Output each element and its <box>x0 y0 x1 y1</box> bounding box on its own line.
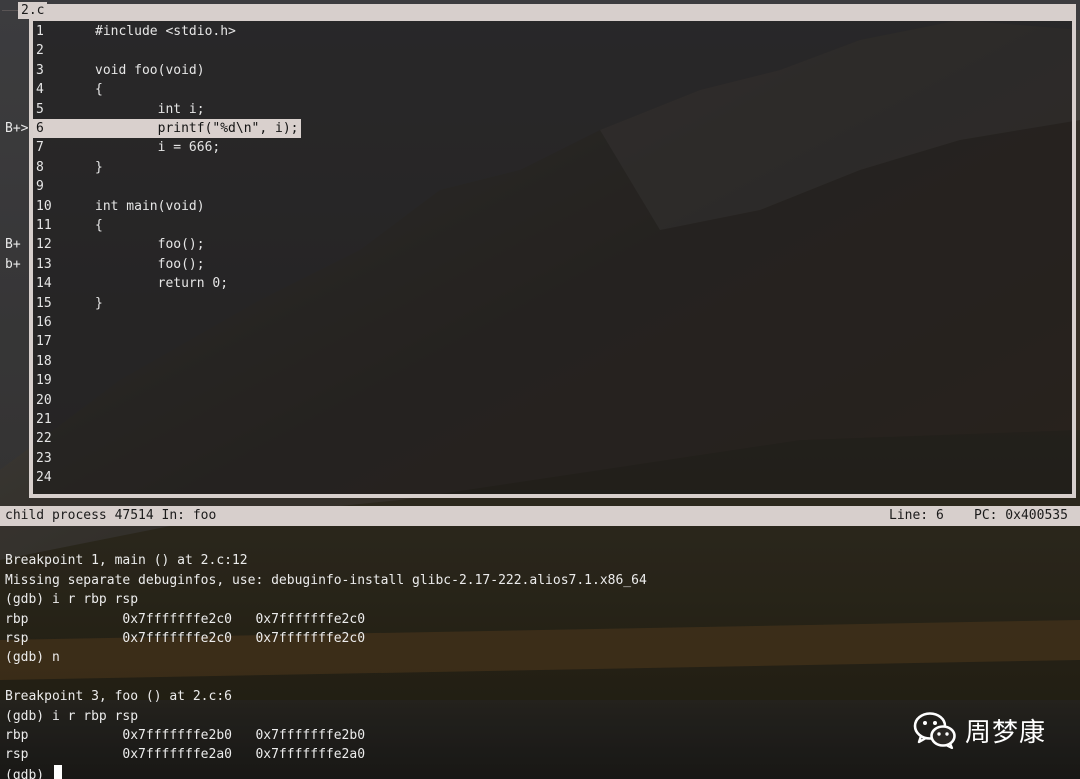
line-number: 4 <box>36 82 44 98</box>
console-line: (gdb) i r rbp rsp <box>5 708 139 724</box>
source-code-text: int main(void) <box>95 198 205 214</box>
line-number: 23 <box>36 450 52 466</box>
line-number: 18 <box>36 353 52 369</box>
source-code-text: } <box>95 295 103 311</box>
status-pc: PC: 0x400535 <box>974 508 1068 523</box>
line-number: 13 <box>36 256 52 272</box>
source-window-title: 2.c <box>1 2 48 19</box>
source-line-1[interactable]: 1 #include <stdio.h> <box>33 22 236 41</box>
line-number: 15 <box>36 295 52 311</box>
source-line-21[interactable]: 21 <box>33 410 95 429</box>
line-number: 5 <box>36 101 44 117</box>
source-line-4[interactable]: 4{ <box>33 80 103 99</box>
wechat-icon <box>913 712 956 749</box>
source-code-text: i = 666; <box>95 140 221 156</box>
source-line-23[interactable]: 23 <box>33 449 95 468</box>
source-code-text: #include <stdio.h> <box>95 24 236 39</box>
console-line: Breakpoint 1, main () at 2.c:12 <box>5 553 248 569</box>
source-line-12[interactable]: 12 foo(); <box>33 235 205 254</box>
gdb-prompt-line[interactable]: (gdb) <box>5 764 62 779</box>
source-line-20[interactable]: 20 <box>33 391 95 410</box>
line-number: 11 <box>36 218 52 233</box>
line-number: 21 <box>36 412 52 427</box>
source-line-3[interactable]: 3 void foo(void) <box>33 61 205 80</box>
line-number: 22 <box>36 431 52 447</box>
watermark-author: 周梦康 <box>965 717 1047 748</box>
line-number: 19 <box>36 373 52 389</box>
line-number: 8 <box>36 159 44 175</box>
line-number: 16 <box>36 315 52 330</box>
watermark: 周梦康 <box>913 710 1046 750</box>
source-line-24[interactable]: 24 <box>33 468 95 487</box>
source-code-text: void foo(void) <box>95 62 205 78</box>
line-number: 6 <box>36 121 44 136</box>
console-line: rsp 0x7fffffffe2c0 0x7fffffffe2c0 <box>5 631 366 646</box>
source-line-10[interactable]: 10 int main(void) <box>33 197 205 216</box>
line-number: 3 <box>36 62 44 78</box>
console-line: rbp 0x7fffffffe2b0 0x7fffffffe2b0 <box>5 728 366 743</box>
source-line-14[interactable]: 14 return 0; <box>33 274 228 293</box>
source-line-19[interactable]: 19 <box>33 371 95 390</box>
source-line-2[interactable]: 2 <box>33 41 95 60</box>
breakpoint-marker: B+> <box>5 121 29 136</box>
source-code-text: foo(); <box>95 256 205 272</box>
console-line: (gdb) n <box>5 650 60 666</box>
console-line: Breakpoint 3, foo () at 2.c:6 <box>5 689 232 705</box>
source-code-text: return 0; <box>95 276 229 292</box>
line-number: 24 <box>36 470 52 486</box>
console-line: rbp 0x7fffffffe2c0 0x7fffffffe2c0 <box>5 611 366 627</box>
line-number: 12 <box>36 237 52 253</box>
line-number: 17 <box>36 334 52 350</box>
source-line-15[interactable]: 15} <box>33 294 103 313</box>
line-number: 9 <box>36 179 44 195</box>
line-number: 14 <box>36 276 52 292</box>
source-code-pane[interactable]: 1 #include <stdio.h> 2 3 void foo(void) 4{5 i… <box>33 21 1072 494</box>
status-line: Line: 6 <box>889 508 944 523</box>
source-code-text: } <box>95 159 103 175</box>
line-number: 1 <box>36 24 44 39</box>
console-line: rsp 0x7fffffffe2a0 0x7fffffffe2a0 <box>5 747 366 763</box>
status-process: child process 47514 In: foo <box>5 508 217 523</box>
source-code-text: int i; <box>95 101 205 117</box>
source-line-8[interactable]: 8} <box>33 158 103 177</box>
source-line-7[interactable]: 7 i = 666; <box>33 138 220 157</box>
source-code-text: foo(); <box>95 237 205 253</box>
line-number: 10 <box>36 198 52 214</box>
console-line: Missing separate debuginfos, use: debugi… <box>5 572 647 588</box>
source-code-text: printf("%d\n", i); <box>95 121 299 136</box>
source-line-22[interactable]: 22 <box>33 429 95 448</box>
source-line-16[interactable]: 16 <box>33 313 95 332</box>
breakpoint-marker: B+ <box>5 237 21 253</box>
source-line-17[interactable]: 17 <box>33 332 95 351</box>
source-line-9[interactable]: 9 <box>33 177 95 196</box>
source-line-13[interactable]: 13 foo(); <box>33 255 205 274</box>
source-code-text: { <box>95 218 103 233</box>
line-number: 7 <box>36 140 44 156</box>
gdb-prompt: (gdb) <box>5 767 52 779</box>
line-number: 20 <box>36 392 52 408</box>
status-bar: child process 47514 In: foo Line: 6 PC: … <box>0 506 1080 526</box>
source-line-11[interactable]: 11 { <box>33 216 103 235</box>
console-line: (gdb) i r rbp rsp <box>5 592 139 608</box>
source-line-18[interactable]: 18 <box>33 352 95 371</box>
source-window: 1 #include <stdio.h> 2 3 void foo(void) 4{5 i… <box>29 4 1076 498</box>
breakpoint-marker: b+ <box>5 256 21 272</box>
source-line-6[interactable]: 6 printf("%d\n", i); <box>33 119 301 139</box>
source-code-text: { <box>95 82 103 98</box>
source-line-5[interactable]: 5 int i; <box>33 100 205 119</box>
text-cursor <box>53 764 62 779</box>
line-number: 2 <box>36 43 44 59</box>
